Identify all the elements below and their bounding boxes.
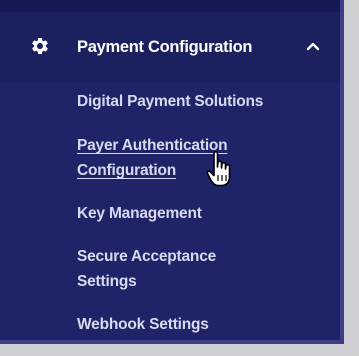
top-strip [0,0,340,12]
menu-item-label: Digital Payment Solutions [77,93,264,110]
menu-item-label: Key Management [77,205,202,222]
chevron-up-icon[interactable] [306,40,320,52]
menu-item-webhook-settings[interactable]: Webhook Settings [77,312,209,337]
menu-item-label-line-2: Configuration [77,162,176,179]
menu-item-label-line-1: Secure Acceptance [77,248,217,265]
menu-item-key-management[interactable]: Key Management [77,201,202,226]
menu-item-digital-payment-solutions[interactable]: Digital Payment Solutions [77,89,263,114]
header-label: Payment Configuration [77,38,253,56]
sidebar-panel: Payment Configuration Digital Payment So… [0,0,344,344]
hand-pointer-icon [206,151,231,187]
gear-icon [31,37,48,54]
menu-item-label: Webhook Settings [77,316,209,333]
payment-configuration-header[interactable]: Payment Configuration [0,12,340,82]
menu-item-secure-acceptance-settings[interactable]: Secure Acceptance Settings [77,244,216,294]
menu-item-label-line-2: Settings [77,273,137,290]
